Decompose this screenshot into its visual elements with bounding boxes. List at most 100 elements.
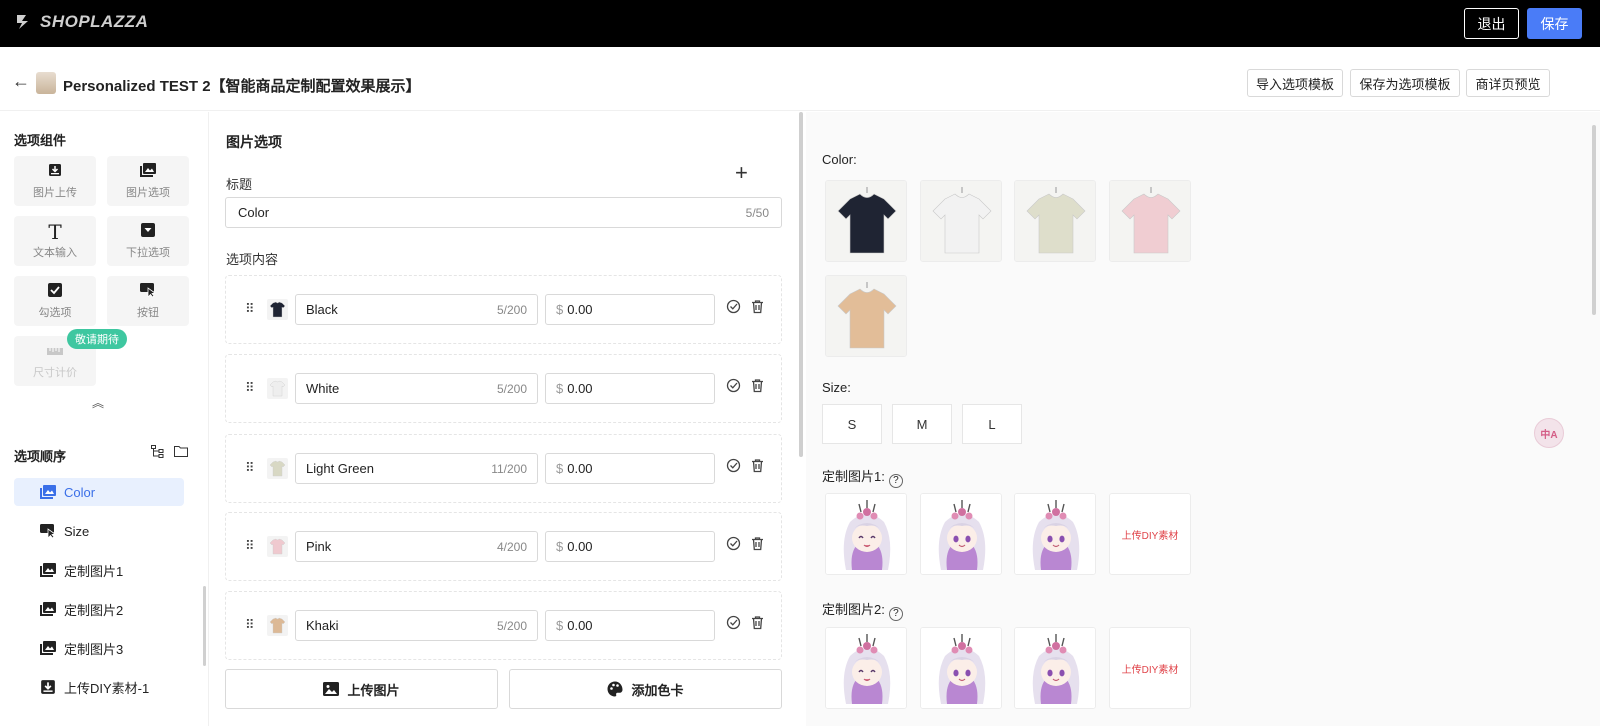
order-item-label: Color bbox=[64, 484, 96, 500]
upload-image-button[interactable]: 上传图片 bbox=[225, 669, 498, 709]
image-option-icon bbox=[40, 485, 56, 499]
option-name: Khaki bbox=[306, 618, 339, 633]
help-icon[interactable]: ? bbox=[888, 473, 903, 488]
order-item-custom-image-1[interactable]: 定制图片1 bbox=[14, 556, 184, 584]
order-item-custom-image-3[interactable]: 定制图片3 bbox=[14, 634, 184, 662]
brand-name: SHOPLAZZA bbox=[40, 12, 149, 31]
size-option-s[interactable]: S bbox=[822, 404, 882, 444]
diy-upload-cell[interactable]: 上传DIY素材 bbox=[1109, 493, 1191, 575]
option-price-input[interactable]: $0.00 bbox=[545, 610, 715, 641]
anime-character-image[interactable] bbox=[825, 627, 907, 709]
tshirt-thumbnail-icon bbox=[267, 536, 288, 557]
option-name: White bbox=[306, 381, 340, 396]
component-text-input[interactable]: T 文本输入 bbox=[14, 216, 96, 266]
preview-button[interactable]: 商详页预览 bbox=[1466, 69, 1550, 97]
option-name-input[interactable]: Black 5/200 bbox=[295, 294, 538, 325]
trash-icon[interactable] bbox=[750, 536, 765, 551]
character-illustration-icon bbox=[826, 628, 906, 708]
trash-icon[interactable] bbox=[750, 378, 765, 393]
tshirt-icon bbox=[826, 276, 906, 356]
option-name: Light Green bbox=[306, 461, 374, 476]
preview-panel: Color: Size: S M L 定制图片1:? 上传DIY素材 定制图片2… bbox=[806, 112, 1600, 726]
order-item-color[interactable]: Color bbox=[14, 478, 184, 506]
right-scrollbar[interactable] bbox=[1592, 125, 1596, 315]
middle-scrollbar[interactable] bbox=[799, 112, 803, 457]
tshirt-icon bbox=[921, 181, 1001, 261]
save-template-button[interactable]: 保存为选项模板 bbox=[1350, 69, 1460, 97]
anime-character-image[interactable] bbox=[825, 493, 907, 575]
option-name-input[interactable]: Pink 4/200 bbox=[295, 531, 538, 562]
color-swatch[interactable] bbox=[1109, 180, 1191, 262]
option-counter: 5/200 bbox=[496, 302, 527, 317]
anime-character-image[interactable] bbox=[1014, 627, 1096, 709]
top-bar: SHOPLAZZA 退出 保存 bbox=[0, 0, 1600, 47]
option-price-input[interactable]: $0.00 bbox=[545, 531, 715, 562]
title-input[interactable]: Color 5/50 bbox=[225, 197, 782, 228]
save-button[interactable]: 保存 bbox=[1527, 8, 1582, 39]
option-price: 0.00 bbox=[567, 381, 593, 396]
option-price-input[interactable]: $0.00 bbox=[545, 373, 715, 404]
color-swatch[interactable] bbox=[920, 180, 1002, 262]
order-item-diy-upload[interactable]: 上传DIY素材-1 bbox=[14, 673, 184, 701]
component-label: 勾选项 bbox=[38, 306, 72, 319]
folder-icon[interactable] bbox=[174, 445, 188, 460]
character-illustration-icon bbox=[1015, 494, 1095, 574]
anime-character-image[interactable] bbox=[1014, 493, 1096, 575]
collapse-chevron-icon[interactable]: ︽ bbox=[92, 394, 104, 411]
option-row: ⠿ Black 5/200 $0.00 bbox=[225, 275, 782, 344]
exit-button[interactable]: 退出 bbox=[1464, 8, 1519, 39]
character-illustration-icon bbox=[921, 628, 1001, 708]
color-swatch[interactable] bbox=[825, 180, 907, 262]
tshirt-icon bbox=[1110, 181, 1190, 261]
option-row: ⠿ Pink 4/200 $0.00 bbox=[225, 512, 782, 581]
anime-character-image[interactable] bbox=[920, 627, 1002, 709]
add-color-card-button[interactable]: 添加色卡 bbox=[509, 669, 782, 709]
image-option-icon bbox=[40, 602, 56, 616]
dropdown-icon bbox=[141, 222, 155, 241]
check-circle-icon[interactable] bbox=[726, 458, 741, 473]
drag-handle-icon[interactable]: ⠿ bbox=[245, 380, 254, 396]
component-checkbox[interactable]: 勾选项 bbox=[14, 276, 96, 326]
component-image-option[interactable]: 图片选项 bbox=[107, 156, 189, 206]
size-option-l[interactable]: L bbox=[962, 404, 1022, 444]
color-swatch[interactable] bbox=[825, 275, 907, 357]
anime-character-image[interactable] bbox=[920, 493, 1002, 575]
check-circle-icon[interactable] bbox=[726, 378, 741, 393]
drag-handle-icon[interactable]: ⠿ bbox=[245, 460, 254, 476]
check-circle-icon[interactable] bbox=[726, 615, 741, 630]
component-image-upload[interactable]: 图片上传 bbox=[14, 156, 96, 206]
import-template-button[interactable]: 导入选项模板 bbox=[1247, 69, 1343, 97]
size-option-m[interactable]: M bbox=[892, 404, 952, 444]
option-name-input[interactable]: White 5/200 bbox=[295, 373, 538, 404]
left-scrollbar[interactable] bbox=[203, 586, 206, 666]
title-label: 标题 bbox=[226, 177, 253, 192]
drag-handle-icon[interactable]: ⠿ bbox=[245, 301, 254, 317]
trash-icon[interactable] bbox=[750, 458, 765, 473]
component-dropdown[interactable]: 下拉选项 bbox=[107, 216, 189, 266]
drag-handle-icon[interactable]: ⠿ bbox=[245, 617, 254, 633]
currency-symbol: $ bbox=[556, 381, 564, 396]
diy-upload-cell[interactable]: 上传DIY素材 bbox=[1109, 627, 1191, 709]
option-row: ⠿ White 5/200 $0.00 bbox=[225, 354, 782, 423]
option-price-input[interactable]: $0.00 bbox=[545, 294, 715, 325]
back-arrow-icon[interactable]: ← bbox=[12, 71, 30, 92]
order-item-size[interactable]: Size bbox=[14, 517, 184, 545]
preview-custom1-label: 定制图片1:? bbox=[822, 466, 903, 488]
tree-structure-icon[interactable] bbox=[151, 445, 164, 461]
currency-symbol: $ bbox=[556, 461, 564, 476]
option-name-input[interactable]: Light Green 11/200 bbox=[295, 453, 538, 484]
option-price-input[interactable]: $0.00 bbox=[545, 453, 715, 484]
order-item-custom-image-2[interactable]: 定制图片2 bbox=[14, 595, 184, 623]
option-name-input[interactable]: Khaki 5/200 bbox=[295, 610, 538, 641]
check-circle-icon[interactable] bbox=[726, 536, 741, 551]
trash-icon[interactable] bbox=[750, 615, 765, 630]
trash-icon[interactable] bbox=[750, 299, 765, 314]
color-swatch[interactable] bbox=[1014, 180, 1096, 262]
translate-icon[interactable]: 中A bbox=[1534, 418, 1564, 448]
shoplazza-logo: SHOPLAZZA bbox=[14, 12, 148, 32]
drag-handle-icon[interactable]: ⠿ bbox=[245, 538, 254, 554]
plus-icon[interactable]: + bbox=[735, 160, 748, 186]
check-circle-icon[interactable] bbox=[726, 299, 741, 314]
help-icon[interactable]: ? bbox=[888, 606, 903, 621]
component-button[interactable]: 按钮 bbox=[107, 276, 189, 326]
